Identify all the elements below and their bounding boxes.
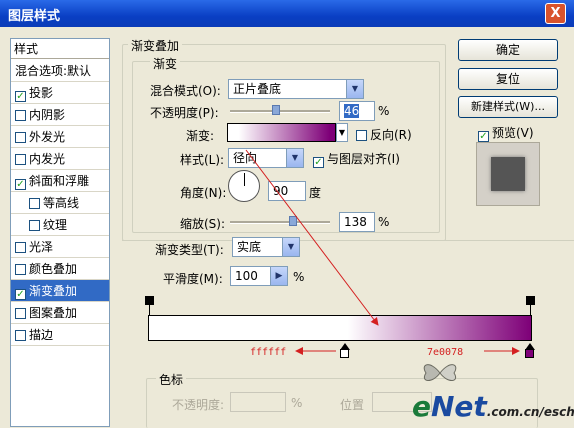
annotation-arrows xyxy=(245,149,520,355)
butterfly-logo-icon xyxy=(420,358,460,388)
annotation-arrow-to-bar xyxy=(245,149,379,326)
watermark-logo: eNet.com.cn/eschool xyxy=(412,390,574,423)
